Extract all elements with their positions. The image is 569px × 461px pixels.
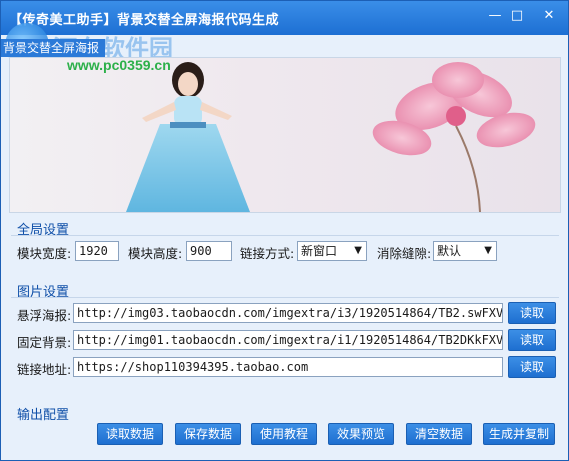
link-mode-label: 链接方式: <box>240 246 295 261</box>
tab-poster[interactable]: 背景交替全屏海报 <box>1 39 106 57</box>
module-width-input[interactable]: 1920 <box>75 241 119 261</box>
minimize-button[interactable]: — <box>484 7 506 25</box>
banner-preview-image <box>9 57 561 213</box>
chevron-down-icon: ▼ <box>354 245 362 256</box>
tutorial-button[interactable]: 使用教程 <box>251 423 317 445</box>
save-data-button[interactable]: 保存数据 <box>175 423 241 445</box>
fixed-bg-input[interactable]: http://img01.taobaocdn.com/imgextra/i1/1… <box>73 330 503 350</box>
generate-copy-button[interactable]: 生成并复制 <box>483 423 555 445</box>
read-data-button[interactable]: 读取数据 <box>97 423 163 445</box>
link-mode-value: 新窗口 <box>301 244 338 258</box>
gap-label: 消除缝隙: <box>377 246 432 261</box>
fixed-bg-label: 固定背景: <box>17 335 72 350</box>
preview-button[interactable]: 效果预览 <box>328 423 394 445</box>
app-window: 【传奇美工助手】背景交替全屏海报代码生成 — □ ✕ 河东软件园 背景交替全屏海… <box>0 0 569 461</box>
window-title: 【传奇美工助手】背景交替全屏海报代码生成 <box>9 13 280 28</box>
link-mode-select[interactable]: 新窗口 ▼ <box>297 241 367 261</box>
read-fixed-bg-button[interactable]: 读取 <box>508 329 556 351</box>
close-button[interactable]: ✕ <box>538 7 560 25</box>
gap-select[interactable]: 默认 ▼ <box>433 241 497 261</box>
gap-value: 默认 <box>437 244 462 258</box>
module-height-label: 模块高度: <box>128 246 183 261</box>
divider <box>11 297 559 298</box>
module-height-input[interactable]: 900 <box>186 241 232 261</box>
banner-illustration <box>126 62 536 212</box>
link-address-label: 链接地址: <box>17 362 72 377</box>
link-address-input[interactable]: https://shop110394395.taobao.com <box>73 357 503 377</box>
output-settings-title: 输出配置 <box>17 408 70 423</box>
chevron-down-icon: ▼ <box>484 245 492 256</box>
read-link-button[interactable]: 读取 <box>508 356 556 378</box>
module-width-label: 模块宽度: <box>17 246 72 261</box>
divider <box>11 235 559 236</box>
maximize-button[interactable]: □ <box>506 7 528 25</box>
read-floating-poster-button[interactable]: 读取 <box>508 302 556 324</box>
watermark-url: www.pc0359.cn <box>67 57 171 73</box>
floating-poster-label: 悬浮海报: <box>17 308 72 323</box>
floating-poster-input[interactable]: http://img03.taobaocdn.com/imgextra/i3/1… <box>73 303 503 323</box>
clear-data-button[interactable]: 清空数据 <box>406 423 472 445</box>
